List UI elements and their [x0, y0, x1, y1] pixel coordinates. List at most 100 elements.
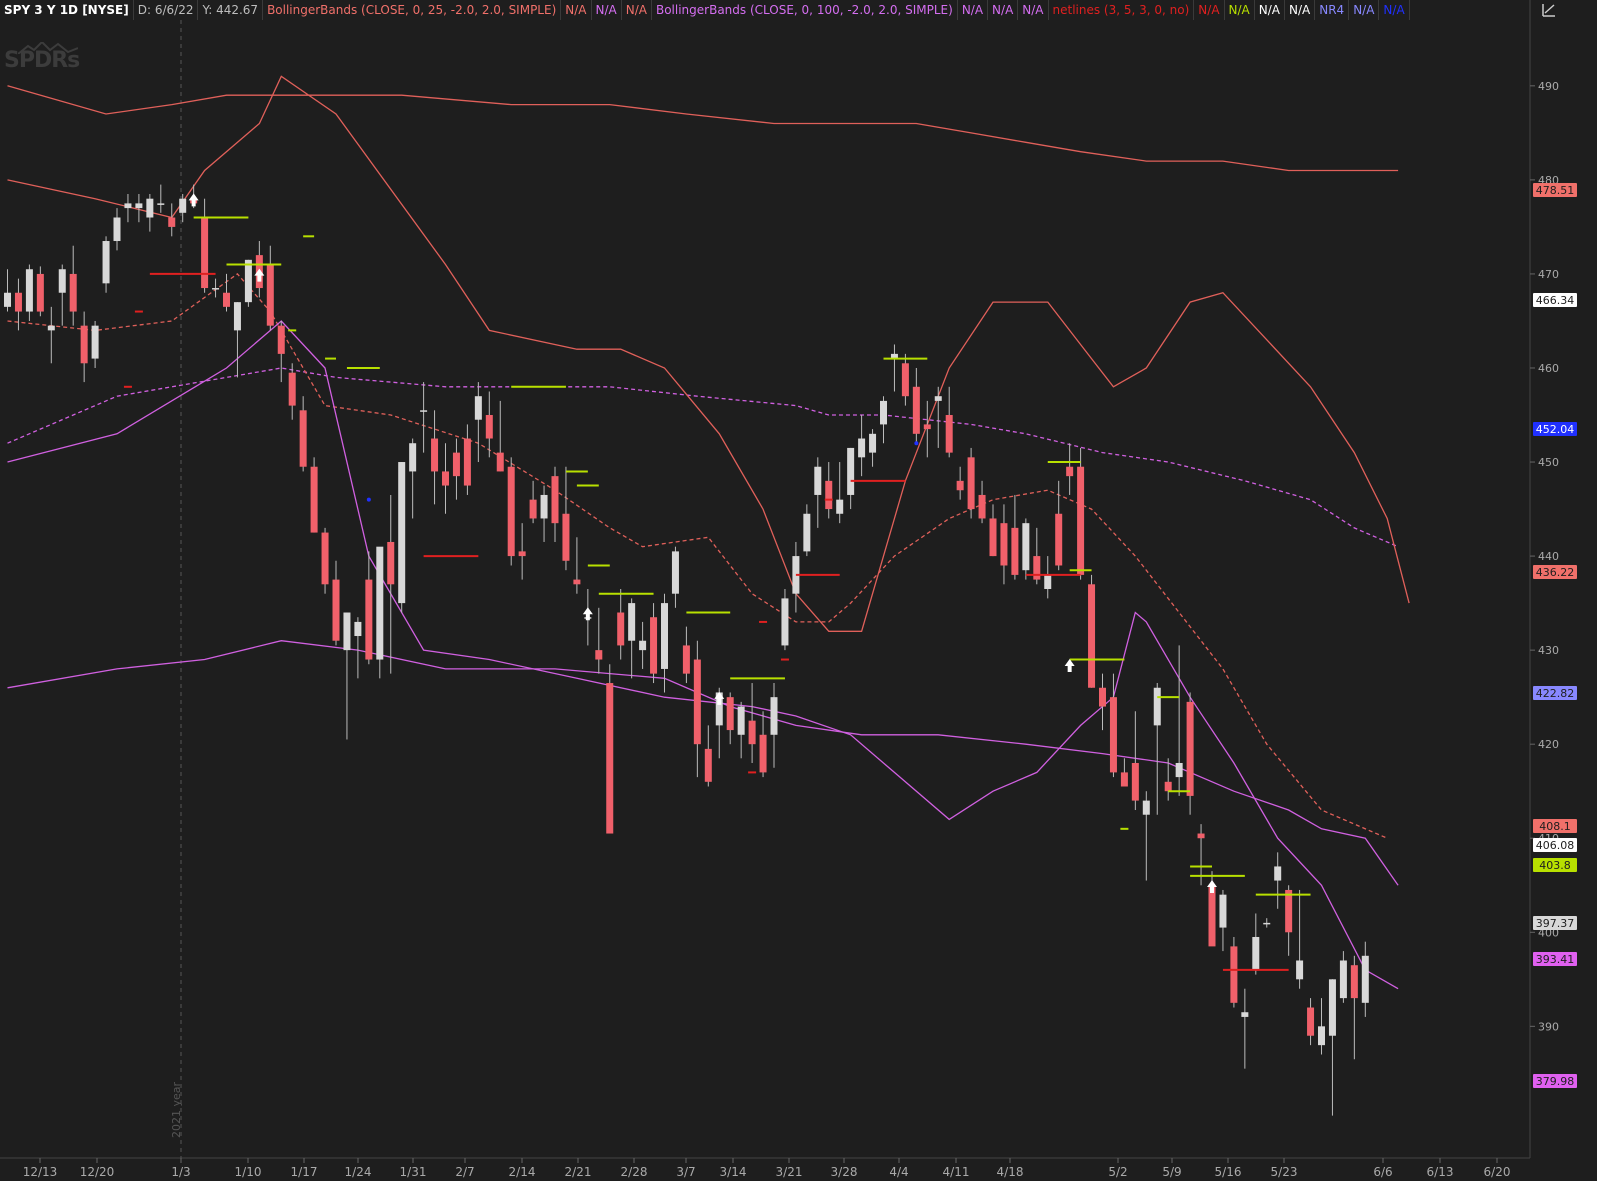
- year-marker-label: 2021 year: [170, 1081, 183, 1138]
- candle-body: [266, 264, 274, 326]
- candle-body: [1186, 701, 1194, 796]
- candle-body: [58, 269, 66, 293]
- candle-body: [869, 433, 877, 453]
- candle-body: [288, 372, 296, 406]
- candle-body: [452, 452, 460, 477]
- x-tick-label: 2/7: [455, 1165, 474, 1179]
- drawing-tool-icon[interactable]: [1540, 2, 1558, 18]
- candle-body: [233, 302, 241, 331]
- candle-body: [967, 457, 975, 510]
- candle-body: [135, 203, 143, 209]
- x-tick-label: 3/7: [676, 1165, 695, 1179]
- candle-body: [847, 447, 855, 495]
- candle-body: [474, 396, 482, 420]
- candle-body: [420, 410, 428, 412]
- y-tick-label: 430: [1538, 644, 1559, 657]
- candle-body: [759, 734, 767, 773]
- candle-body: [923, 424, 931, 430]
- x-tick-label: 1/3: [171, 1165, 190, 1179]
- candle-body: [1285, 889, 1293, 933]
- candle-body: [201, 217, 209, 289]
- study-label[interactable]: N/A: [1255, 0, 1285, 20]
- price-marker-label: 379.98: [1536, 1075, 1575, 1088]
- candle-body: [573, 579, 581, 585]
- candle-body: [628, 603, 636, 641]
- candle-body: [1120, 772, 1128, 787]
- candle-body: [321, 532, 329, 585]
- study-label[interactable]: BollingerBands (CLOSE, 0, 100, -2.0, 2.0…: [652, 0, 958, 20]
- candle-body: [223, 292, 230, 307]
- x-tick-label: 3/14: [720, 1165, 747, 1179]
- candle-body: [168, 217, 176, 227]
- candle-body: [639, 640, 647, 651]
- study-label[interactable]: N/A: [1225, 0, 1255, 20]
- candle-body: [507, 466, 515, 557]
- price-marker-label: 478.51: [1536, 184, 1575, 197]
- candle-body: [989, 518, 997, 557]
- study-label[interactable]: N/A: [958, 0, 989, 20]
- candle-body: [69, 273, 77, 312]
- candle-body: [1164, 781, 1172, 792]
- study-label[interactable]: N/A: [1285, 0, 1316, 20]
- candle-body: [1219, 894, 1227, 928]
- study-label[interactable]: N/A: [1379, 0, 1410, 20]
- nr4-dot: [914, 441, 919, 446]
- candle-body: [1088, 584, 1096, 688]
- study-label[interactable]: N/A: [1018, 0, 1049, 20]
- study-label[interactable]: netlines (3, 5, 3, 0, no): [1049, 0, 1195, 20]
- candle-body: [36, 273, 44, 312]
- candle-body: [398, 462, 406, 604]
- study-label[interactable]: N/A: [1194, 0, 1225, 20]
- watermark-logo: SPDRs: [4, 48, 80, 73]
- x-tick-label: 12/20: [80, 1165, 115, 1179]
- price-marker-label: 466.34: [1536, 294, 1575, 307]
- x-tick-label: 5/2: [1108, 1165, 1127, 1179]
- candle-body: [1241, 1012, 1249, 1017]
- symbol-label[interactable]: SPY 3 Y 1D [NYSE]: [0, 0, 134, 20]
- candle-body: [726, 697, 734, 731]
- candle-body: [1252, 936, 1260, 970]
- candle-body: [1361, 955, 1369, 1003]
- study-label[interactable]: N/A: [1349, 0, 1380, 20]
- candle-body: [650, 617, 658, 674]
- study-label[interactable]: NR4: [1315, 0, 1350, 20]
- candle-body: [310, 466, 318, 533]
- candle-body: [47, 325, 55, 331]
- study-label[interactable]: N/A: [561, 0, 592, 20]
- candle-body: [901, 363, 909, 397]
- price-marker-label: 393.41: [1536, 953, 1575, 966]
- candle-body: [409, 443, 417, 472]
- x-tick-label: 6/13: [1427, 1165, 1454, 1179]
- study-label[interactable]: N/A: [988, 0, 1019, 20]
- candle-body: [956, 480, 964, 491]
- y-label: Y: 442.67: [198, 0, 264, 20]
- candle-body: [91, 325, 99, 359]
- candle-body: [1011, 527, 1019, 575]
- candle-body: [299, 410, 307, 467]
- candle-body: [387, 541, 395, 585]
- study-label[interactable]: N/A: [592, 0, 622, 20]
- nr4-dot: [366, 497, 371, 502]
- candle-body: [836, 499, 844, 514]
- candle-body: [1000, 523, 1008, 566]
- y-tick-label: 490: [1538, 80, 1559, 93]
- candle-body: [682, 645, 690, 674]
- price-marker-label: 403.8: [1539, 859, 1571, 872]
- study-label[interactable]: BollingerBands (CLOSE, 0, 25, -2.0, 2.0,…: [263, 0, 562, 20]
- candle-body: [1109, 697, 1117, 773]
- candle-body: [595, 650, 603, 660]
- y-tick-label: 420: [1538, 738, 1559, 751]
- candle-body: [551, 476, 559, 524]
- studies-list: BollingerBands (CLOSE, 0, 25, -2.0, 2.0,…: [263, 0, 1410, 20]
- candle-body: [1153, 687, 1161, 726]
- price-marker-label: 397.37: [1536, 917, 1575, 930]
- candle-body: [661, 603, 668, 669]
- price-chart[interactable]: 2021 year3904004104204304404504604704804…: [0, 0, 1597, 1181]
- candle-body: [102, 241, 110, 284]
- date-label: D: 6/6/22: [134, 0, 199, 20]
- study-label[interactable]: N/A: [622, 0, 652, 20]
- candle-body: [814, 466, 822, 495]
- y-tick-label: 470: [1538, 268, 1559, 281]
- candle-body: [124, 203, 132, 209]
- candle-body: [1175, 762, 1183, 778]
